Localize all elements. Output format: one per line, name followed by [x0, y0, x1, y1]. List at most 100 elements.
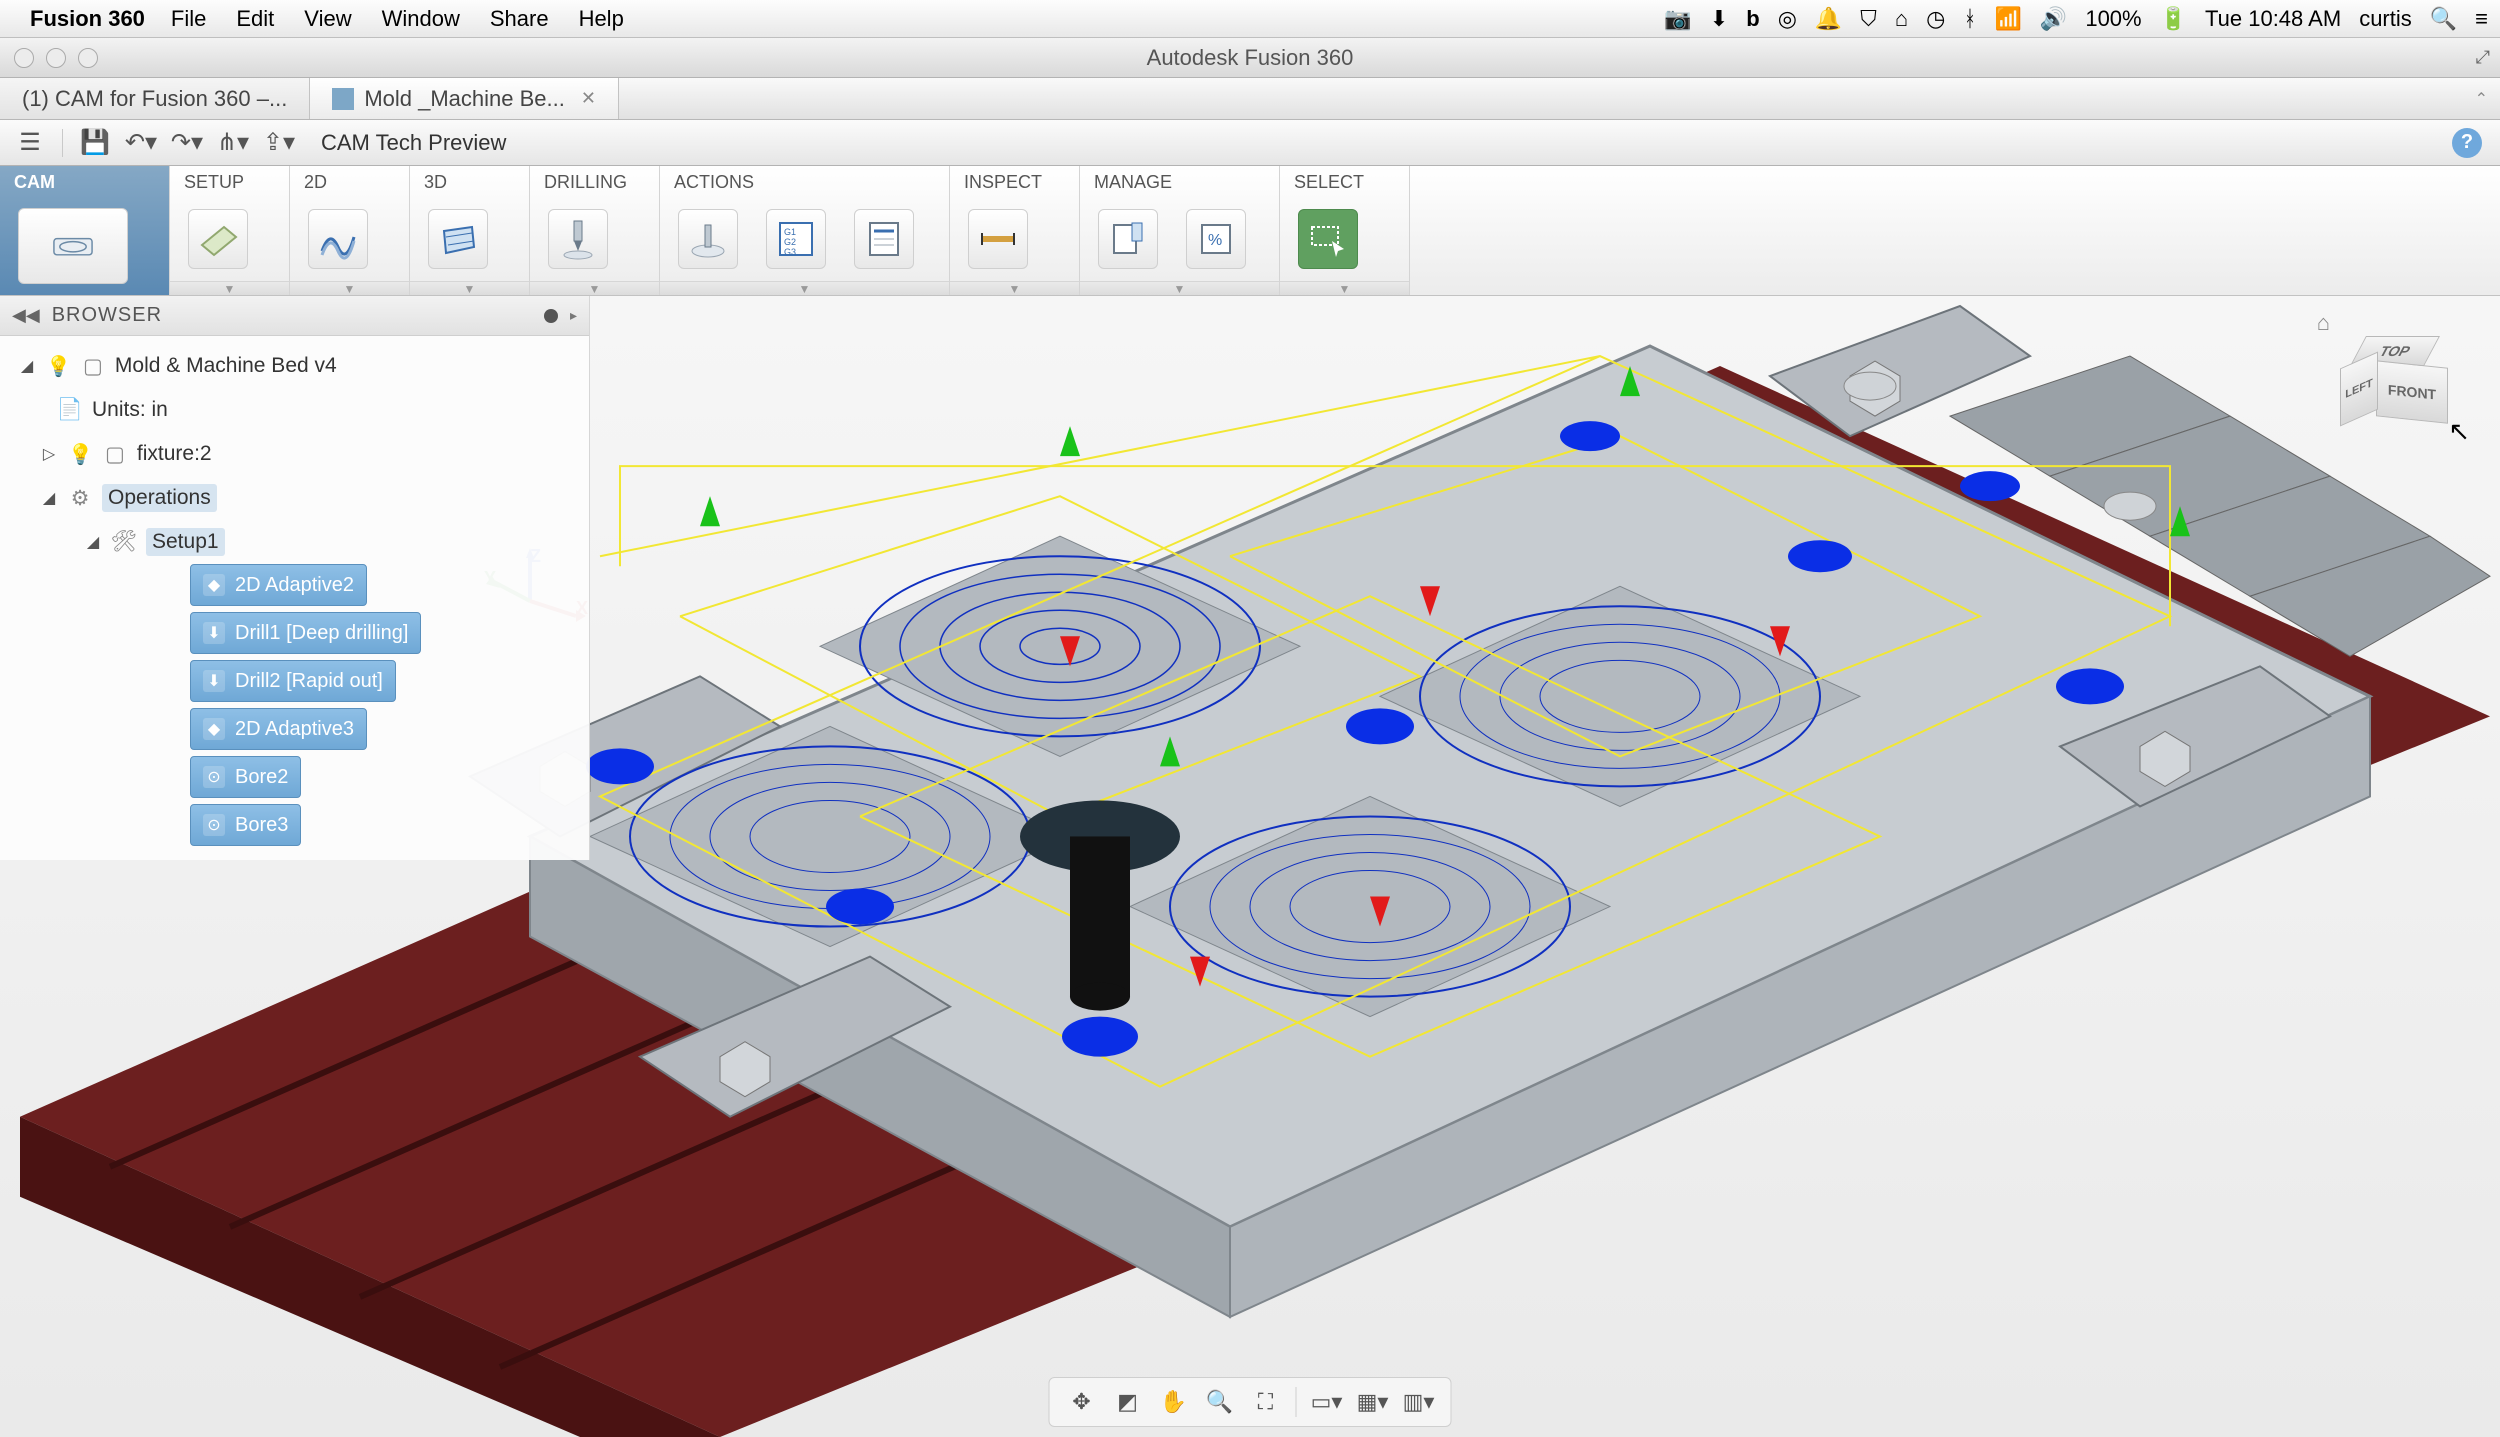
menu-view[interactable]: View — [304, 6, 351, 32]
b-icon[interactable]: b — [1746, 6, 1759, 32]
op-label: 2D Adaptive2 — [235, 574, 354, 597]
fullscreen-icon[interactable]: ⤢ — [2476, 47, 2490, 68]
tabstrip-collapse-icon[interactable]: ⌃ — [2475, 89, 2488, 109]
drilling-button[interactable] — [548, 209, 608, 269]
viewcube[interactable]: TOP FRONT LEFT — [2340, 336, 2450, 446]
2d-dropdown[interactable]: ▼ — [290, 281, 409, 295]
simulate-button[interactable] — [678, 209, 738, 269]
ribbon-group-manage: MANAGE % ▼ — [1080, 166, 1280, 295]
dropbox-icon[interactable]: ⬇︎ — [1710, 6, 1728, 32]
setup-label: Setup1 — [146, 528, 225, 556]
doc-tab-1[interactable]: (1) CAM for Fusion 360 –... — [0, 78, 310, 119]
minimize-window-button[interactable] — [46, 48, 66, 68]
volume-icon[interactable]: 🔊 — [2040, 6, 2067, 32]
op-drill2[interactable]: ⬇ Drill2 [Rapid out] — [190, 660, 396, 702]
manage-dropdown[interactable]: ▼ — [1080, 281, 1279, 295]
tree-units[interactable]: 📄 Units: in — [0, 388, 589, 432]
visibility-bulb-icon[interactable]: 💡 — [46, 354, 71, 379]
spotlight-icon[interactable]: 🔍 — [2430, 6, 2457, 32]
close-tab-icon[interactable]: ✕ — [581, 88, 596, 109]
post-process-button[interactable]: G1G2G3 — [766, 209, 826, 269]
op-2d-adaptive3[interactable]: ◆ 2D Adaptive3 — [190, 708, 367, 750]
doc-tab-2[interactable]: Mold _Machine Be... ✕ — [310, 78, 619, 119]
document-tabstrip: (1) CAM for Fusion 360 –... Mold _Machin… — [0, 78, 2500, 120]
close-window-button[interactable] — [14, 48, 34, 68]
setup-icon: 🛠 — [112, 530, 136, 554]
pan-button[interactable]: ✋ — [1154, 1382, 1194, 1422]
op-drill1[interactable]: ⬇ Drill1 [Deep drilling] — [190, 612, 421, 654]
browser-tree: ◢ 💡 ▢ Mold & Machine Bed v4 📄 Units: in … — [0, 336, 589, 860]
help-button[interactable]: ? — [2452, 128, 2482, 158]
viewport-layout-button[interactable]: ▥▾ — [1399, 1382, 1439, 1422]
notification-center-icon[interactable]: ≡ — [2475, 6, 2488, 32]
orbit-button[interactable]: ✥ — [1062, 1382, 1102, 1422]
op-bore2[interactable]: ⊙ Bore2 — [190, 756, 301, 798]
tool-library-button[interactable] — [1098, 209, 1158, 269]
setup-sheet-button[interactable] — [854, 209, 914, 269]
measure-button[interactable] — [968, 209, 1028, 269]
tree-setup[interactable]: ◢ 🛠 Setup1 — [0, 520, 589, 564]
setup-dropdown[interactable]: ▼ — [170, 281, 289, 295]
3d-dropdown[interactable]: ▼ — [410, 281, 529, 295]
shield-icon[interactable]: ⛉ — [1860, 6, 1877, 32]
setup-button[interactable] — [188, 209, 248, 269]
tree-fixture[interactable]: ▷ 💡 ▢ fixture:2 — [0, 432, 589, 476]
actions-dropdown[interactable]: ▼ — [660, 281, 949, 295]
home-sync-icon[interactable]: ⌂ — [1895, 6, 1908, 32]
hierarchy-icon[interactable]: ⋔▾ — [219, 129, 247, 157]
inspect-dropdown[interactable]: ▼ — [950, 281, 1079, 295]
3d-button[interactable] — [428, 209, 488, 269]
twisty-icon[interactable]: ◢ — [40, 488, 58, 508]
view-home-icon[interactable]: ⌂ — [2317, 310, 2330, 336]
viewcube-front-face[interactable]: FRONT — [2376, 360, 2448, 424]
wifi-icon[interactable]: 📶 — [1995, 6, 2022, 32]
zoom-window-button[interactable] — [78, 48, 98, 68]
clock-icon[interactable]: ◷ — [1926, 6, 1945, 32]
2d-button[interactable] — [308, 209, 368, 269]
menu-edit[interactable]: Edit — [236, 6, 274, 32]
redo-button[interactable]: ↷▾ — [173, 129, 201, 157]
twisty-icon[interactable]: ◢ — [18, 356, 36, 376]
select-button[interactable] — [1298, 209, 1358, 269]
twisty-icon[interactable]: ▷ — [40, 444, 58, 464]
op-2d-adaptive2[interactable]: ◆ 2D Adaptive2 — [190, 564, 367, 606]
look-at-button[interactable]: ◩ — [1108, 1382, 1148, 1422]
display-settings-button[interactable]: ▭▾ — [1307, 1382, 1347, 1422]
app-menu-icon[interactable]: ☰ — [16, 129, 44, 157]
undo-button[interactable]: ↶▾ — [127, 129, 155, 157]
save-button[interactable]: 💾 — [81, 129, 109, 157]
menu-help[interactable]: Help — [579, 6, 624, 32]
select-dropdown[interactable]: ▼ — [1280, 281, 1409, 295]
battery-icon[interactable]: 🔋 — [2160, 6, 2187, 32]
menu-file[interactable]: File — [171, 6, 206, 32]
twisty-icon[interactable]: ◢ — [84, 532, 102, 552]
browser-settings-icon[interactable] — [544, 309, 558, 323]
cc-icon[interactable]: ◎ — [1778, 6, 1797, 32]
mouse-cursor-icon: ↖ — [2448, 416, 2470, 447]
task-manager-button[interactable]: % — [1186, 209, 1246, 269]
op-bore3[interactable]: ⊙ Bore3 — [190, 804, 301, 846]
bore-icon: ⊙ — [203, 814, 225, 836]
bluetooth-icon[interactable]: ᚼ — [1963, 6, 1976, 32]
share-icon[interactable]: ⇪▾ — [265, 129, 293, 157]
clock-text[interactable]: Tue 10:48 AM — [2205, 6, 2341, 32]
grid-settings-button[interactable]: ▦▾ — [1353, 1382, 1393, 1422]
user-name[interactable]: curtis — [2359, 6, 2412, 32]
visibility-bulb-icon[interactable]: 💡 — [68, 442, 93, 467]
cam-workspace-button[interactable] — [18, 208, 128, 284]
app-name[interactable]: Fusion 360 — [30, 6, 145, 32]
menu-window[interactable]: Window — [382, 6, 460, 32]
browser-chevron-icon[interactable]: ▸ — [570, 307, 577, 324]
viewcube-left-face[interactable]: LEFT — [2340, 352, 2378, 427]
tree-root[interactable]: ◢ 💡 ▢ Mold & Machine Bed v4 — [0, 344, 589, 388]
camera-icon[interactable]: 📷 — [1664, 6, 1691, 32]
menu-share[interactable]: Share — [490, 6, 549, 32]
ribbon-label-cam: CAM — [0, 166, 169, 196]
tree-operations[interactable]: ◢ ⚙ Operations — [0, 476, 589, 520]
bell-icon[interactable]: 🔔 — [1815, 6, 1842, 32]
browser-collapse-icon[interactable]: ◀◀ — [12, 305, 40, 326]
drilling-dropdown[interactable]: ▼ — [530, 281, 659, 295]
zoom-button[interactable]: 🔍 — [1200, 1382, 1240, 1422]
fit-button[interactable]: ⛶ — [1246, 1382, 1286, 1422]
battery-percent[interactable]: 100% — [2085, 6, 2141, 32]
